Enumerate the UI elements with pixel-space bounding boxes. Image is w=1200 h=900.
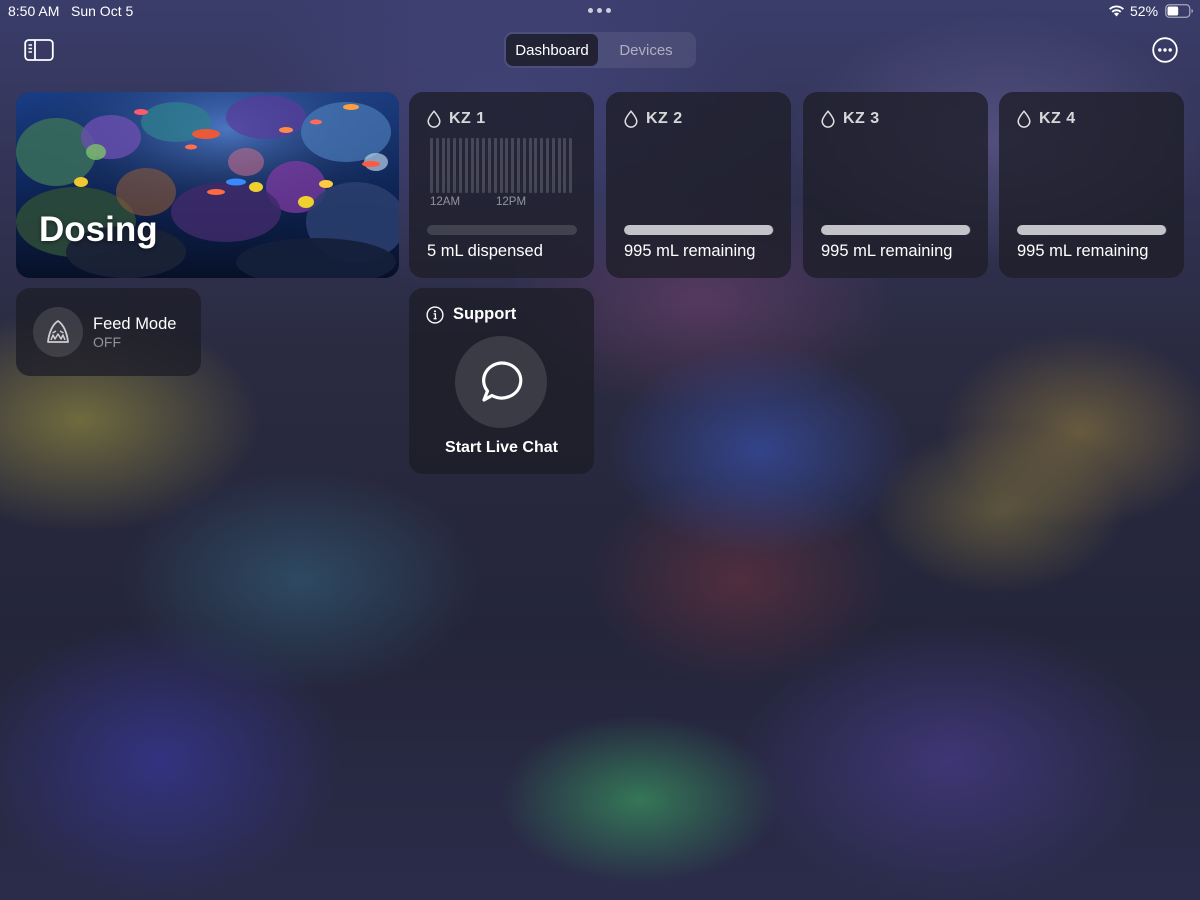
schedule-bar — [569, 138, 573, 193]
status-time: 8:50 AM — [8, 3, 60, 19]
pump-status: 995 mL remaining — [624, 242, 756, 260]
reservoir-level-fill — [1017, 225, 1167, 235]
reservoir-level-bar — [821, 225, 971, 235]
pump-name: KZ 1 — [449, 110, 486, 127]
battery-percent: 52% — [1130, 3, 1159, 19]
feed-mode-card[interactable]: Feed Mode OFF — [16, 288, 201, 376]
schedule-bar — [430, 138, 433, 193]
feed-mode-state: OFF — [93, 334, 121, 350]
reservoir-level-bar — [427, 225, 577, 235]
status-date: Sun Oct 5 — [71, 3, 134, 19]
schedule-bar — [517, 138, 520, 193]
schedule-bar — [534, 138, 538, 193]
pump-header: KZ 2 — [624, 110, 683, 128]
start-live-chat-label[interactable]: Start Live Chat — [409, 439, 594, 457]
view-segmented-control: Dashboard Devices — [504, 32, 696, 68]
schedule-bar — [488, 138, 491, 193]
support-title: Support — [453, 305, 517, 323]
pump-status: 995 mL remaining — [1017, 242, 1149, 260]
schedule-bar — [464, 138, 468, 193]
reservoir-level-fill — [821, 225, 971, 235]
pump-name: KZ 4 — [1039, 110, 1076, 127]
pump-name: KZ 3 — [843, 110, 880, 127]
reservoir-level-bar — [624, 225, 774, 235]
schedule-bar — [470, 138, 474, 193]
schedule-bar — [499, 138, 503, 193]
info-icon — [426, 305, 444, 324]
tab-devices[interactable]: Devices — [598, 34, 694, 66]
schedule-bar — [557, 138, 561, 193]
schedule-bar — [441, 138, 445, 193]
schedule-bar — [453, 138, 457, 193]
schedule-bar — [435, 138, 439, 193]
schedule-bar — [522, 138, 526, 193]
reef-aquarium-image — [16, 92, 399, 278]
dosing-title: Dosing — [39, 210, 158, 249]
pump-header: KZ 1 — [427, 110, 486, 128]
support-card: Support Start Live Chat — [409, 288, 594, 474]
schedule-bar — [528, 138, 532, 193]
reservoir-level-fill — [624, 225, 774, 235]
pump-header: KZ 3 — [821, 110, 880, 128]
wifi-icon — [1109, 5, 1124, 17]
multitask-dots-icon[interactable] — [588, 8, 611, 13]
schedule-tick-start: 12AM — [430, 196, 461, 208]
drop-icon — [427, 110, 441, 128]
schedule-bar — [493, 138, 497, 193]
pump-status: 995 mL remaining — [821, 242, 953, 260]
support-header: Support — [426, 305, 516, 324]
schedule-bar — [540, 138, 544, 193]
start-live-chat-button[interactable] — [455, 336, 547, 428]
schedule-bar — [459, 138, 462, 193]
reservoir-level-bar — [1017, 225, 1167, 235]
battery-icon — [1165, 4, 1193, 18]
pump-card-kz2[interactable]: KZ 2 995 mL remaining — [606, 92, 791, 278]
schedule-bar — [482, 138, 486, 193]
pump-name: KZ 2 — [646, 110, 683, 127]
schedule-bar — [511, 138, 515, 193]
chat-bubble-icon — [482, 361, 523, 402]
dosing-card[interactable]: Dosing — [16, 92, 399, 278]
drop-icon — [1017, 110, 1031, 128]
schedule-bar — [505, 138, 509, 193]
schedule-bar — [476, 138, 480, 193]
schedule-bar — [546, 138, 549, 193]
feed-mode-icon-button — [33, 307, 83, 357]
pump-card-kz3[interactable]: KZ 3 995 mL remaining — [803, 92, 988, 278]
pump-header: KZ 4 — [1017, 110, 1076, 128]
status-bar: 8:50 AM Sun Oct 5 52% — [0, 0, 1200, 22]
pump-card-kz4[interactable]: KZ 4 995 mL remaining — [999, 92, 1184, 278]
schedule-tick-mid: 12PM — [496, 196, 527, 208]
schedule-bar — [563, 138, 567, 193]
pump-card-kz1[interactable]: KZ 1 12AM 12PM 5 mL dispensed — [409, 92, 594, 278]
dosing-schedule-chart — [430, 138, 574, 193]
drop-icon — [821, 110, 835, 128]
schedule-bar — [447, 138, 451, 193]
tab-dashboard[interactable]: Dashboard — [506, 34, 598, 66]
pump-status: 5 mL dispensed — [427, 242, 543, 260]
shark-icon — [47, 320, 69, 343]
feed-mode-title: Feed Mode — [93, 315, 177, 333]
schedule-bar — [551, 138, 555, 193]
sidebar-toggle-icon[interactable] — [24, 38, 54, 62]
ellipsis-circle-icon[interactable] — [1152, 37, 1178, 63]
drop-icon — [624, 110, 638, 128]
